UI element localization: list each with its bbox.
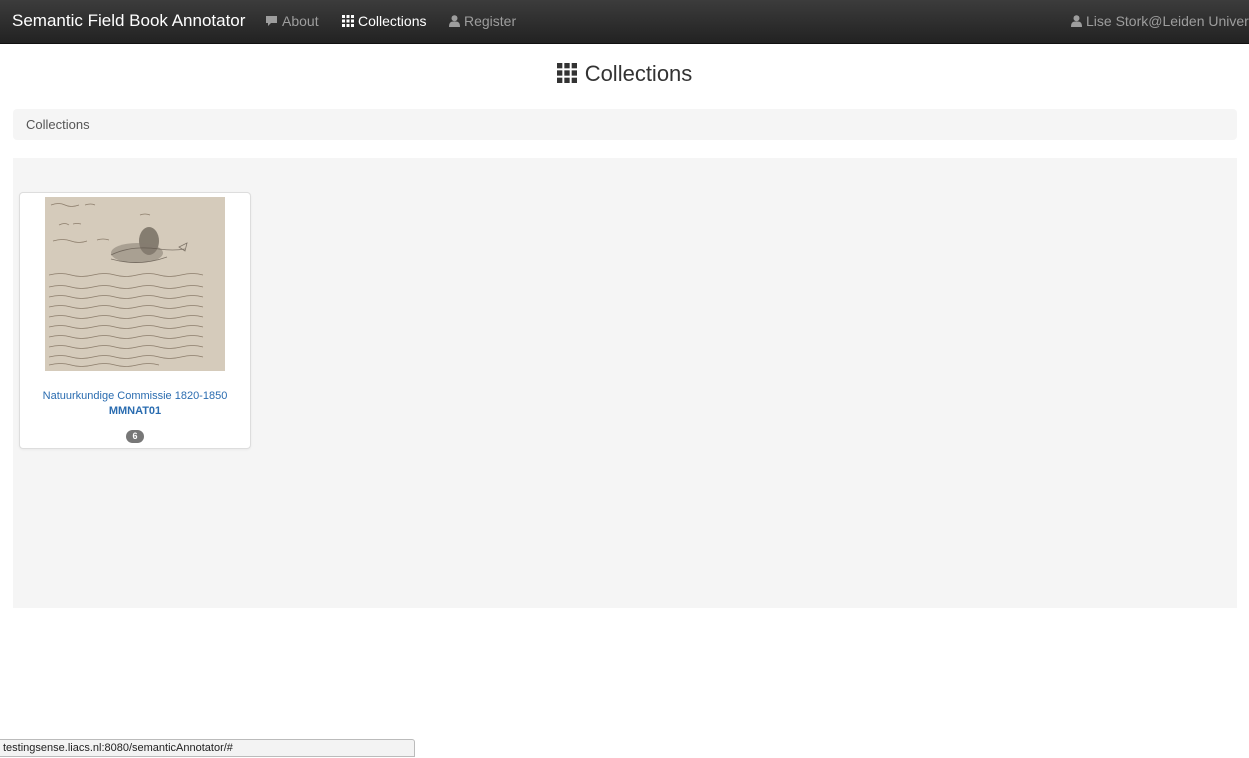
browser-status-bar: testingsense.liacs.nl:8080/semanticAnnot…	[0, 739, 415, 757]
collection-title[interactable]: Natuurkundige Commissie 1820-1850	[20, 390, 250, 402]
grid-icon	[556, 63, 577, 83]
comment-icon	[266, 16, 277, 26]
breadcrumb-item-collections: Collections	[26, 117, 90, 132]
user-icon	[1071, 15, 1082, 27]
nav-register-label: Register	[464, 13, 517, 29]
breadcrumb: Collections	[13, 109, 1237, 140]
nav-register[interactable]: Register	[449, 13, 516, 29]
collection-thumbnail[interactable]	[45, 197, 225, 371]
nav-about[interactable]: About	[265, 13, 319, 29]
user-icon	[449, 15, 460, 27]
nav-about-label: About	[282, 13, 319, 29]
status-url: testingsense.liacs.nl:8080/semanticAnnot…	[3, 742, 233, 754]
navbar: Semantic Field Book Annotator About Coll…	[0, 0, 1249, 44]
brand-link[interactable]: Semantic Field Book Annotator	[12, 11, 245, 31]
nav-user-account[interactable]: Lise Stork@Leiden University	[1071, 13, 1249, 29]
grid-icon	[342, 15, 354, 27]
page-title: Collections	[0, 61, 1249, 87]
collection-code[interactable]: MMNAT01	[20, 405, 250, 417]
item-count-badge: 6	[126, 430, 144, 443]
nav-collections[interactable]: Collections	[342, 13, 426, 29]
nav-user-label: Lise Stork@Leiden University	[1086, 13, 1249, 29]
collection-card[interactable]: Natuurkundige Commissie 1820-1850 MMNAT0…	[19, 192, 251, 449]
nav-collections-label: Collections	[358, 13, 427, 29]
page-title-text: Collections	[584, 61, 693, 86]
